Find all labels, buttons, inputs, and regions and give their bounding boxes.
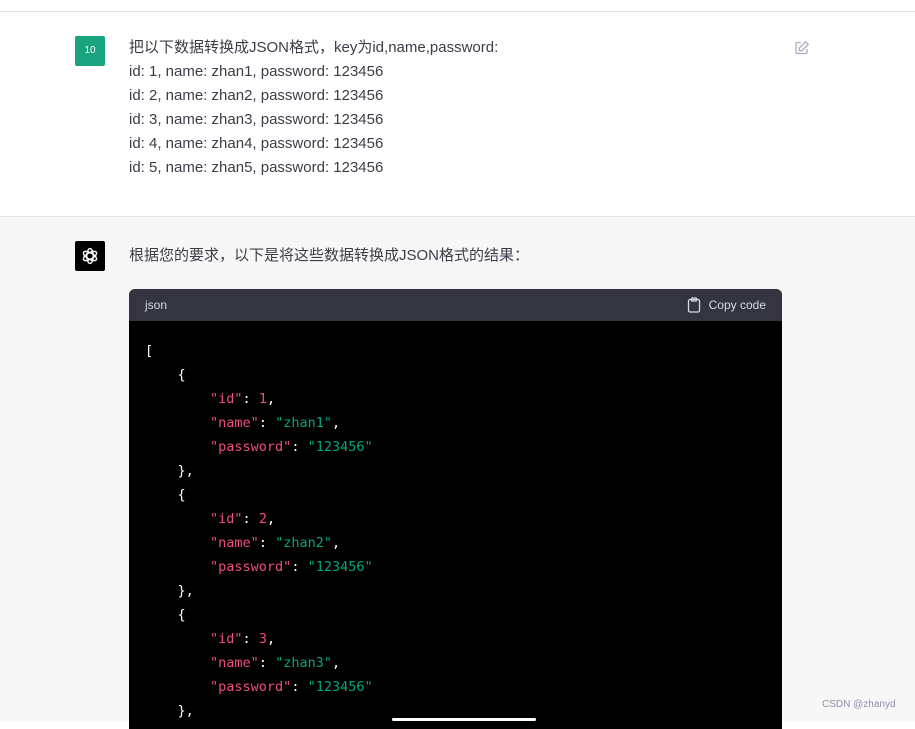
json-key: "password" — [210, 559, 292, 575]
user-line-record: id: 2, name: zhan2, password: 123456 — [129, 87, 384, 104]
json-punctuation — [145, 679, 210, 695]
json-number: 3 — [258, 631, 267, 647]
code-line: { — [145, 603, 373, 627]
assistant-message: 根据您的要求，以下是将这些数据转换成JSON格式的结果： json Copy c… — [0, 217, 915, 729]
json-punctuation: : — [258, 655, 276, 671]
json-punctuation: [ — [145, 343, 154, 359]
json-punctuation: { — [145, 367, 186, 383]
json-punctuation: : — [242, 511, 259, 527]
code-line: "password": "123456" — [145, 435, 373, 459]
json-key: "id" — [210, 631, 243, 647]
assistant-avatar — [75, 241, 105, 271]
json-punctuation — [145, 439, 210, 455]
json-key: "name" — [210, 535, 259, 551]
json-punctuation: : — [258, 415, 276, 431]
json-punctuation: , — [266, 511, 276, 527]
code-line: }, — [145, 459, 373, 483]
code-line: "name": "zhan3", — [145, 651, 373, 675]
user-avatar: 10 — [75, 36, 105, 66]
user-line-record: id: 4, name: zhan4, password: 123456 — [129, 135, 384, 152]
json-key: "id" — [210, 391, 243, 407]
json-punctuation: : — [291, 439, 308, 455]
code-line: "name": "zhan2", — [145, 531, 373, 555]
json-punctuation: { — [145, 487, 186, 503]
watermark: CSDN @zhanyd — [822, 699, 896, 710]
code-line: }, — [145, 699, 373, 723]
json-string: "123456" — [307, 559, 373, 575]
user-line-record: id: 3, name: zhan3, password: 123456 — [129, 111, 384, 128]
code-block: json Copy code [ { "id": 1, "name": "zha… — [129, 289, 782, 729]
json-string: "zhan1" — [275, 415, 332, 431]
json-punctuation: }, — [145, 703, 194, 719]
json-key: "id" — [210, 511, 243, 527]
json-key: "name" — [210, 655, 259, 671]
json-punctuation — [145, 655, 210, 671]
json-punctuation — [145, 631, 210, 647]
code-line: { — [145, 363, 373, 387]
json-number: 2 — [258, 511, 267, 527]
json-punctuation — [145, 535, 210, 551]
code-line: }, — [145, 579, 373, 603]
code-line: "id": 1, — [145, 387, 373, 411]
user-line-record: id: 5, name: zhan5, password: 123456 — [129, 159, 384, 176]
code-line: "id": 2, — [145, 507, 373, 531]
json-punctuation: }, — [145, 583, 194, 599]
json-punctuation: , — [331, 655, 341, 671]
json-number: 1 — [258, 391, 267, 407]
code-line: "name": "zhan1", — [145, 411, 373, 435]
json-key: "password" — [210, 679, 292, 695]
json-punctuation — [145, 415, 210, 431]
assistant-intro-text: 根据您的要求，以下是将这些数据转换成JSON格式的结果： — [129, 247, 530, 264]
json-string: "zhan3" — [275, 655, 332, 671]
json-punctuation: : — [291, 679, 308, 695]
code-block-header: json Copy code — [129, 289, 782, 321]
json-key: "password" — [210, 439, 292, 455]
user-line-instruction: 把以下数据转换成JSON格式，key为id,name,password: — [129, 39, 499, 56]
json-punctuation: , — [266, 631, 276, 647]
code-line: "password": "123456" — [145, 555, 373, 579]
top-divider — [0, 0, 915, 12]
json-punctuation: : — [242, 391, 259, 407]
json-punctuation: { — [145, 607, 186, 623]
json-punctuation: , — [331, 415, 341, 431]
json-key: "name" — [210, 415, 259, 431]
json-punctuation — [145, 559, 210, 575]
copy-code-label: Copy code — [708, 298, 766, 312]
json-punctuation: : — [291, 559, 308, 575]
json-punctuation: }, — [145, 463, 194, 479]
json-punctuation — [145, 391, 210, 407]
json-punctuation — [145, 511, 210, 527]
json-string: "123456" — [307, 439, 373, 455]
code-line: "id": 3, — [145, 627, 373, 651]
json-string: "123456" — [307, 679, 373, 695]
json-punctuation: , — [266, 391, 276, 407]
json-punctuation: : — [242, 631, 259, 647]
openai-logo-icon — [82, 247, 98, 265]
user-message: 10 把以下数据转换成JSON格式，key为id,name,password: … — [0, 12, 915, 217]
user-line-record: id: 1, name: zhan1, password: 123456 — [129, 63, 384, 80]
code-line: { — [145, 483, 373, 507]
copy-code-button[interactable]: Copy code — [687, 296, 766, 314]
json-punctuation: , — [331, 535, 341, 551]
json-punctuation: : — [258, 535, 276, 551]
code-content: [ { "id": 1, "name": "zhan1", "password"… — [145, 339, 373, 723]
json-string: "zhan2" — [275, 535, 332, 551]
user-message-text: 把以下数据转换成JSON格式，key为id,name,password: id:… — [129, 36, 769, 180]
code-line: "password": "123456" — [145, 675, 373, 699]
code-language-label: json — [145, 298, 168, 312]
code-line: [ — [145, 339, 373, 363]
pencil-edit-icon[interactable] — [794, 40, 810, 56]
clipboard-icon — [687, 297, 700, 313]
